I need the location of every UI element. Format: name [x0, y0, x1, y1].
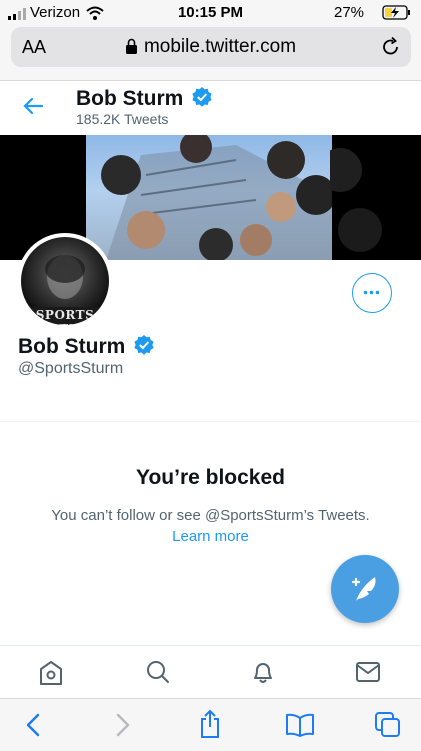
- forward-icon[interactable]: [115, 713, 131, 737]
- profile-name: Bob Sturm: [18, 335, 126, 358]
- profile-handle: @SportsSturm: [18, 360, 124, 377]
- battery-percent: 27%: [334, 4, 365, 21]
- reload-icon[interactable]: [380, 36, 402, 58]
- avatar[interactable]: SPORTS STU: [21, 237, 109, 325]
- avatar-text: SPORTS STU: [35, 308, 95, 325]
- verified-icon: [192, 87, 212, 107]
- verified-icon: [134, 335, 154, 355]
- url-text: mobile.twitter.com: [143, 36, 297, 57]
- learn-more-link-text[interactable]: Learn more: [172, 528, 249, 545]
- learn-more-link: Learn more: [0, 528, 421, 545]
- header-name: Bob Sturm: [76, 87, 184, 110]
- more-options-button[interactable]: [352, 273, 392, 313]
- back-arrow-icon[interactable]: [22, 96, 44, 116]
- twitter-tab-bar: [0, 645, 421, 698]
- header-name-row: Bob Sturm: [76, 86, 213, 111]
- lock-icon: [125, 38, 138, 54]
- blocked-title: You’re blocked: [136, 466, 285, 489]
- compose-tweet-button[interactable]: [331, 555, 399, 623]
- profile-name-row: Bob Sturm: [18, 334, 155, 359]
- back-icon[interactable]: [25, 713, 41, 737]
- tabs-icon[interactable]: [374, 711, 402, 739]
- share-icon[interactable]: [199, 709, 221, 739]
- notifications-icon[interactable]: [251, 659, 275, 685]
- blocked-message: You can’t follow or see @SportsSturm’s T…: [51, 507, 370, 524]
- home-icon[interactable]: [39, 660, 63, 686]
- divider: [0, 421, 421, 422]
- compose-feather-icon: [351, 577, 376, 601]
- banner-photo-right: [330, 148, 382, 252]
- status-bar: Verizon 10:15 PM 27%: [0, 0, 421, 26]
- banner-photo: [101, 135, 332, 260]
- safari-toolbar: [0, 698, 421, 751]
- bookmarks-icon[interactable]: [285, 713, 315, 737]
- tweet-count: 185.2K Tweets: [76, 111, 169, 127]
- more-icon: [363, 290, 380, 295]
- search-icon[interactable]: [146, 660, 170, 684]
- url-display[interactable]: mobile.twitter.com: [0, 36, 421, 58]
- messages-icon[interactable]: [356, 662, 380, 682]
- battery-icon: [382, 5, 410, 20]
